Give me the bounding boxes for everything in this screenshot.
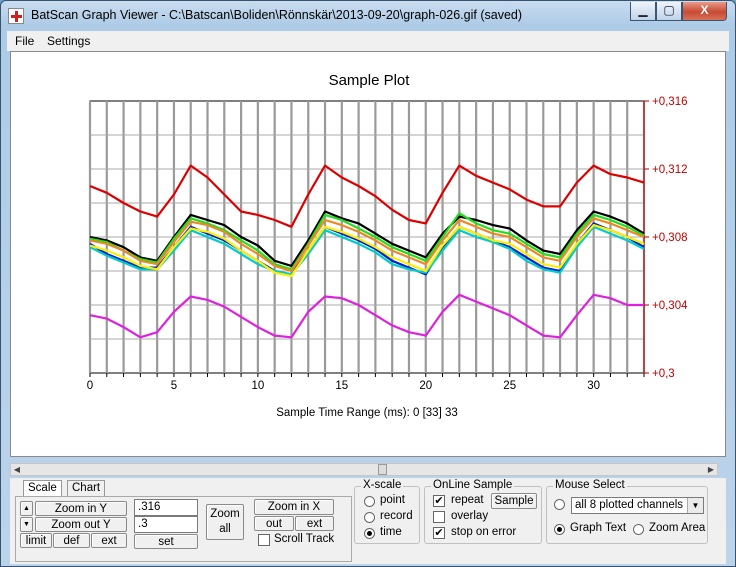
x-tick-label: 15 (335, 380, 348, 392)
zoom-out-y-button[interactable]: Zoom out Y (35, 517, 127, 532)
menu-bar: File Settings (7, 31, 729, 51)
x-tick-label: 10 (251, 380, 264, 392)
x-tick-label: 20 (419, 380, 432, 392)
x-axis-label: Sample Time Range (ms): 0 [33] 33 (276, 407, 458, 419)
y-min-input[interactable]: .3 (134, 516, 198, 533)
x-tick-label: 25 (503, 380, 516, 392)
app-icon (8, 8, 24, 24)
close-button[interactable]: X (682, 2, 727, 21)
record-radio[interactable] (364, 512, 375, 523)
menu-settings[interactable]: Settings (47, 34, 90, 48)
scale-panel: ▲ ▼ Zoom in Y Zoom out Y limit def ext .… (15, 496, 352, 562)
y-tick-label: +0,308 (652, 232, 688, 244)
scroll-down-icon[interactable]: ▼ (20, 517, 33, 532)
mouse-select-label: Mouse Select (553, 479, 627, 491)
time-radio[interactable] (364, 528, 375, 539)
chevron-down-icon[interactable]: ▼ (687, 498, 703, 513)
window-title: BatScan Graph Viewer - C:\Batscan\Bolide… (31, 8, 523, 22)
scroll-up-icon[interactable]: ▲ (20, 501, 33, 516)
tab-chart[interactable]: Chart (67, 480, 106, 496)
scroll-thumb[interactable] (378, 464, 387, 475)
online-sample-label: OnLine Sample (431, 479, 515, 491)
maximize-button[interactable]: ▢ (656, 2, 682, 21)
zoom-out-x-button[interactable]: out (254, 516, 294, 531)
channel-dropdown-value: all 8 plotted channels (575, 499, 684, 511)
limit-button[interactable]: limit (20, 533, 52, 548)
y-tick-label: +0,304 (652, 300, 688, 312)
repeat-label: repeat (451, 494, 484, 506)
stop-on-error-checkbox[interactable]: ✔ (433, 527, 445, 539)
scroll-track-checkbox[interactable] (258, 534, 270, 546)
overlay-label: overlay (451, 510, 489, 522)
graph-text-label: Graph Text (570, 522, 627, 534)
zoom-area-label: Zoom Area (649, 522, 706, 534)
zoom-all-button[interactable]: Zoom all (206, 504, 244, 540)
mouse-select-group: Mouse Select all 8 plotted channels ▼ Gr… (546, 479, 708, 544)
app-window: BatScan Graph Viewer - C:\Batscan\Bolide… (0, 0, 736, 567)
x-tick-label: 5 (171, 380, 177, 392)
horizontal-scrollbar[interactable]: ◀ ▶ (10, 463, 718, 476)
x-tick-label: 0 (87, 380, 93, 392)
control-panel: Scale Chart ▲ ▼ Zoom in Y Zoom out Y lim… (10, 478, 726, 564)
ext-y-button[interactable]: ext (91, 533, 127, 548)
channel-dropdown[interactable]: all 8 plotted channels ▼ (571, 497, 704, 514)
stop-on-error-label: stop on error (451, 526, 517, 538)
overlay-checkbox[interactable] (433, 511, 445, 523)
y-tick-label: +0,312 (652, 164, 688, 176)
plot-area[interactable]: Sample Plot 0 5 10 15 20 25 30 +0,3 +0,304 +0,308… (10, 51, 726, 457)
repeat-checkbox[interactable]: ✔ (433, 495, 445, 507)
xscale-group: X-scale point record time (354, 479, 420, 544)
minimize-button[interactable]: ▁ (630, 2, 656, 21)
y-tick-label: +0,316 (652, 96, 688, 108)
line-chart[interactable]: 0 5 10 15 20 25 30 +0,3 +0,304 +0,308 +0,312 +0,316… (11, 52, 725, 456)
point-label: point (380, 494, 405, 506)
scroll-right-icon[interactable]: ▶ (705, 464, 717, 475)
set-button[interactable]: set (134, 534, 198, 549)
time-label: time (380, 526, 402, 538)
x-tick-label: 30 (587, 380, 600, 392)
channel-select-radio[interactable] (554, 499, 565, 510)
scroll-left-icon[interactable]: ◀ (11, 464, 23, 475)
menu-file[interactable]: File (15, 34, 34, 48)
graph-text-radio[interactable] (554, 524, 565, 535)
sample-button[interactable]: Sample (491, 493, 537, 509)
y-tick-label: +0,3 (652, 368, 675, 380)
y-max-input[interactable]: .316 (134, 499, 198, 516)
xscale-label: X-scale (361, 479, 404, 491)
tab-scale[interactable]: Scale (23, 480, 62, 497)
scroll-track-label: Scroll Track (274, 533, 335, 545)
def-button[interactable]: def (53, 533, 90, 548)
zoom-in-x-button[interactable]: Zoom in X (254, 499, 334, 515)
title-bar[interactable]: BatScan Graph Viewer - C:\Batscan\Bolide… (1, 1, 735, 31)
ext-x-button[interactable]: ext (295, 516, 334, 531)
zoom-area-radio[interactable] (633, 524, 644, 535)
online-sample-group: OnLine Sample ✔ repeat Sample overlay ✔ … (424, 479, 542, 544)
point-radio[interactable] (364, 496, 375, 507)
record-label: record (380, 510, 413, 522)
zoom-in-y-button[interactable]: Zoom in Y (35, 501, 127, 516)
